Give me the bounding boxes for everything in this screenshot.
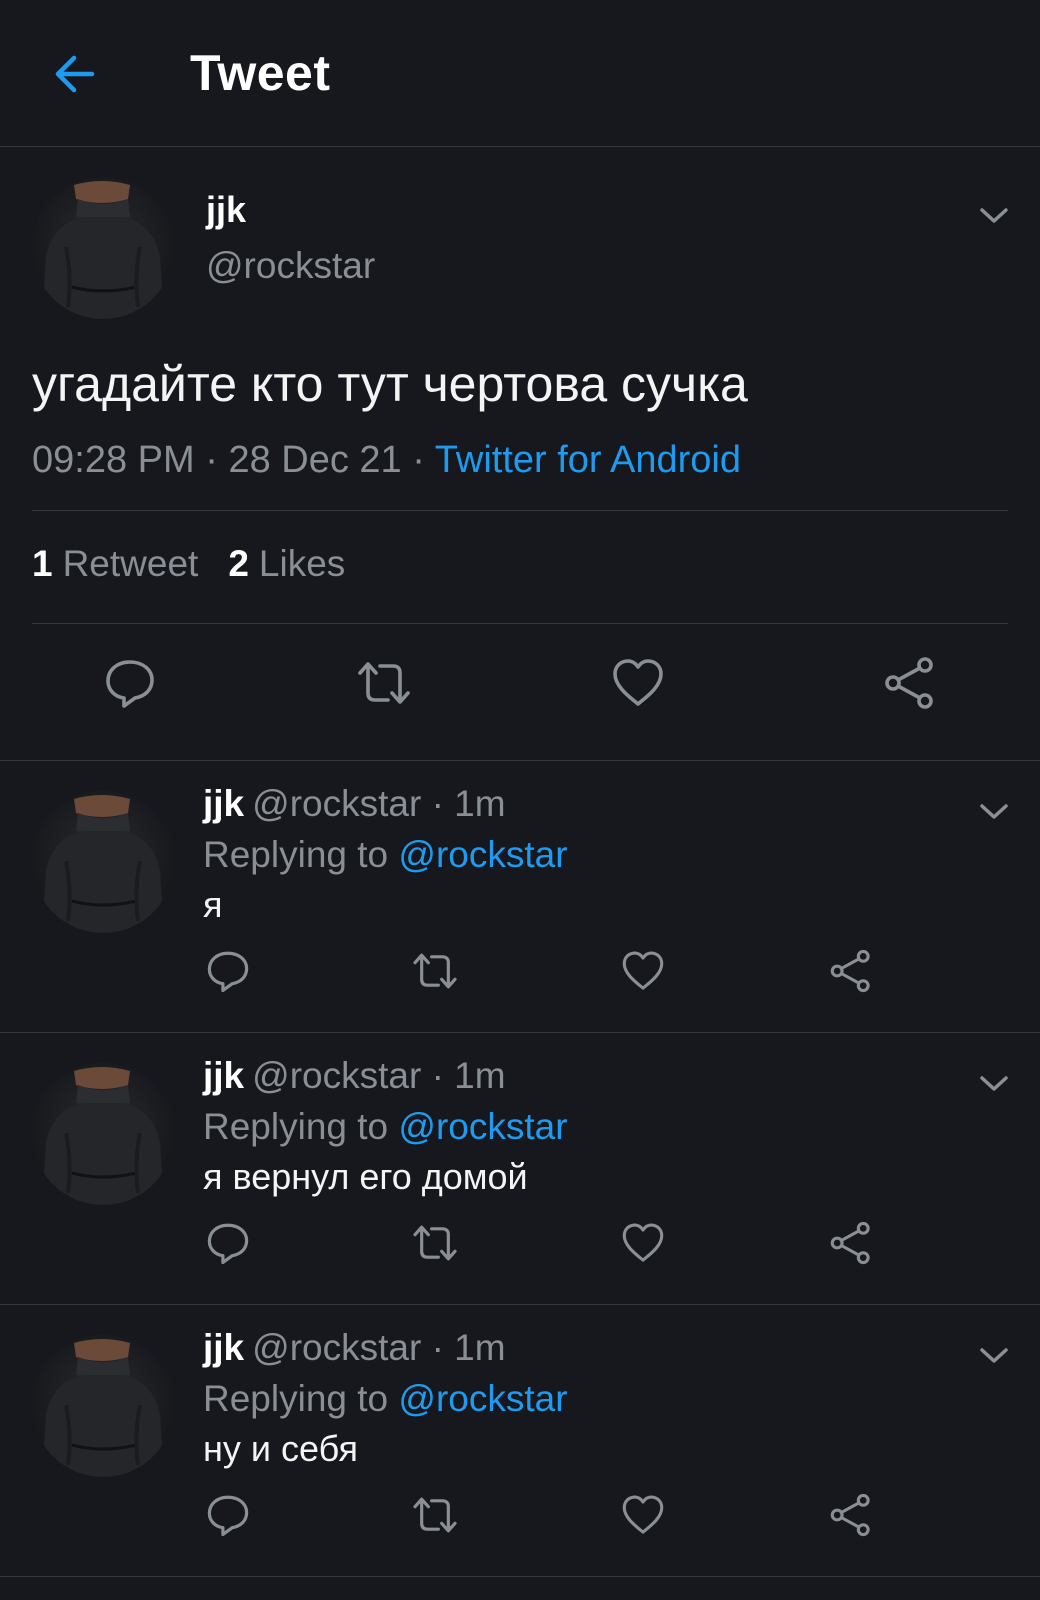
avatar[interactable]	[32, 1063, 174, 1205]
share-icon	[885, 657, 933, 709]
tweet-stats: 1 Retweet 2 Likes	[32, 543, 345, 585]
reply-text: я вернул его домой	[203, 1156, 528, 1197]
retweet-button[interactable]	[352, 653, 416, 713]
author-handle[interactable]: @rockstar	[252, 783, 421, 824]
reply-tweet[interactable]: jjk @rockstar · 1m Replying to @rockstar …	[0, 761, 1040, 1033]
retweet-icon	[413, 953, 457, 989]
replying-to: Replying to @rockstar	[203, 834, 568, 876]
meta-separator: ·	[412, 439, 425, 481]
reply-time: · 1m	[431, 1327, 506, 1368]
share-button[interactable]	[826, 1218, 876, 1268]
author-name[interactable]: jjk	[206, 189, 246, 231]
page-title: Tweet	[190, 45, 331, 101]
retweets-label: Retweet	[62, 543, 199, 584]
speech-bubble-icon	[106, 660, 154, 708]
reply-button[interactable]	[203, 1490, 253, 1540]
tweet-text: угадайте кто тут чертова сучка	[32, 356, 748, 412]
reply-header: jjk @rockstar · 1m	[203, 783, 506, 825]
reply-button[interactable]	[203, 1218, 253, 1268]
author-handle[interactable]: @rockstar	[206, 245, 375, 287]
divider	[32, 510, 1008, 511]
replying-to: Replying to @rockstar	[203, 1106, 568, 1148]
share-button[interactable]	[880, 653, 940, 713]
author-name[interactable]: jjk	[203, 1055, 244, 1096]
chevron-down-icon	[980, 804, 1008, 819]
likes-count: 2	[228, 543, 249, 584]
replying-label: Replying to	[203, 834, 389, 875]
retweets-count: 1	[32, 543, 53, 584]
main-tweet: jjk @rockstar угадайте кто тут чертова с…	[0, 147, 1040, 761]
reply-text: ну и себя	[203, 1428, 358, 1469]
retweet-button[interactable]	[408, 946, 462, 996]
avatar[interactable]	[32, 177, 174, 319]
share-icon	[830, 949, 870, 993]
share-icon	[830, 1221, 870, 1265]
reply-tweet[interactable]: jjk @rockstar · 1m Replying to @rockstar …	[0, 1305, 1040, 1577]
heart-icon	[622, 1223, 664, 1262]
reply-header: jjk @rockstar · 1m	[203, 1055, 506, 1097]
speech-bubble-icon	[207, 951, 249, 993]
chevron-down-icon	[980, 208, 1008, 223]
retweet-button[interactable]	[408, 1490, 462, 1540]
tweet-menu-button[interactable]	[974, 1069, 1014, 1099]
tweet-menu-button[interactable]	[974, 1341, 1014, 1371]
tweet-source-link[interactable]: Twitter for Android	[435, 439, 741, 481]
share-button[interactable]	[826, 946, 876, 996]
heart-icon	[613, 659, 663, 706]
like-button[interactable]	[618, 1218, 668, 1268]
retweets-stat[interactable]: 1 Retweet	[32, 543, 198, 584]
retweet-icon	[413, 1225, 457, 1261]
reply-time: · 1m	[431, 783, 506, 824]
reply-tweet[interactable]: jjk @rockstar · 1m Replying to @rockstar …	[0, 1033, 1040, 1305]
arrow-left-icon	[55, 55, 95, 93]
divider	[32, 623, 1008, 624]
tweet-menu-button[interactable]	[974, 201, 1014, 231]
speech-bubble-icon	[207, 1495, 249, 1537]
tweet-menu-button[interactable]	[974, 797, 1014, 827]
heart-icon	[622, 1495, 664, 1534]
reply-header: jjk @rockstar · 1m	[203, 1327, 506, 1369]
reply-text: я	[203, 884, 223, 925]
avatar[interactable]	[32, 791, 174, 933]
replying-label: Replying to	[203, 1378, 389, 1419]
retweet-icon	[358, 662, 410, 704]
replying-to-mention[interactable]: @rockstar	[398, 1106, 567, 1147]
like-button[interactable]	[618, 946, 668, 996]
like-button[interactable]	[608, 653, 668, 713]
avatar[interactable]	[32, 1335, 174, 1477]
chevron-down-icon	[980, 1348, 1008, 1363]
likes-label: Likes	[258, 543, 346, 584]
author-handle[interactable]: @rockstar	[252, 1055, 421, 1096]
like-button[interactable]	[618, 1490, 668, 1540]
top-bar: Tweet	[0, 0, 1040, 147]
reply-button[interactable]	[100, 653, 160, 713]
author-handle[interactable]: @rockstar	[252, 1327, 421, 1368]
reply-time: · 1m	[431, 1055, 506, 1096]
tweet-date: 28 Dec 21	[228, 439, 402, 481]
retweet-button[interactable]	[408, 1218, 462, 1268]
speech-bubble-icon	[207, 1223, 249, 1265]
tweet-meta: 09:28 PM · 28 Dec 21 · Twitter for Andro…	[32, 439, 741, 482]
replying-label: Replying to	[203, 1106, 389, 1147]
chevron-down-icon	[980, 1076, 1008, 1091]
share-button[interactable]	[826, 1490, 876, 1540]
share-icon	[830, 1493, 870, 1537]
author-name[interactable]: jjk	[203, 783, 244, 824]
tweet-time: 09:28 PM	[32, 439, 195, 481]
reply-button[interactable]	[203, 946, 253, 996]
back-button[interactable]	[44, 46, 104, 102]
replying-to-mention[interactable]: @rockstar	[398, 834, 567, 875]
replying-to: Replying to @rockstar	[203, 1378, 568, 1420]
meta-separator: ·	[205, 439, 218, 481]
retweet-icon	[413, 1497, 457, 1533]
replying-to-mention[interactable]: @rockstar	[398, 1378, 567, 1419]
heart-icon	[622, 951, 664, 990]
likes-stat[interactable]: 2 Likes	[228, 543, 345, 584]
author-name[interactable]: jjk	[203, 1327, 244, 1368]
